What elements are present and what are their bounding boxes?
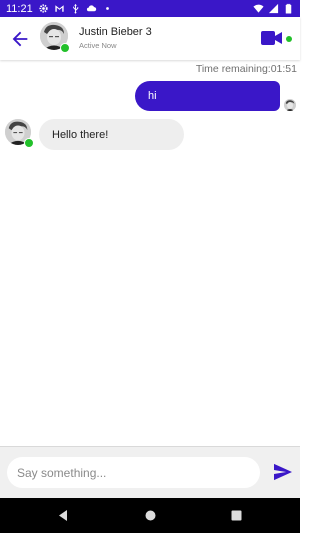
time-remaining: Time remaining:01:51: [195, 63, 297, 75]
square-recents-icon: [231, 510, 242, 521]
signal-icon: [268, 3, 279, 14]
message-input[interactable]: [7, 457, 260, 488]
wifi-icon: [253, 3, 264, 14]
system-nav-bar: [0, 498, 300, 533]
online-status-dot: [60, 43, 70, 53]
battery-icon: [283, 3, 294, 14]
status-bar: 11:21: [0, 0, 300, 17]
receiver-avatar-wrap: [5, 119, 34, 148]
nav-recents-button[interactable]: [230, 509, 243, 522]
sender-avatar: [284, 99, 296, 111]
usb-icon: [70, 3, 81, 14]
status-left: 11:21: [6, 3, 113, 15]
message-bubble-sent[interactable]: hi: [135, 81, 280, 111]
person-photo-icon: [284, 99, 296, 111]
triangle-back-icon: [59, 510, 67, 521]
nav-home-button[interactable]: [144, 509, 157, 522]
video-call-button[interactable]: [261, 31, 282, 45]
gear-icon: [38, 3, 49, 14]
online-status-dot: [24, 138, 34, 148]
dot-icon: [102, 3, 113, 14]
video-camera-icon: [261, 31, 282, 45]
contact-avatar-wrap[interactable]: [40, 22, 70, 53]
send-button[interactable]: [273, 463, 293, 481]
back-button[interactable]: [9, 28, 31, 50]
status-time: 11:21: [6, 2, 33, 15]
contact-name: Justin Bieber 3: [79, 26, 152, 38]
contact-status: Active Now: [79, 41, 117, 50]
cloud-icon: [86, 3, 97, 14]
nav-back-button[interactable]: [57, 509, 70, 522]
message-bubble-received[interactable]: Hello there!: [39, 119, 184, 150]
message-text: hi: [148, 90, 157, 102]
status-right: [253, 3, 294, 14]
gmail-icon: [54, 3, 65, 14]
circle-home-icon: [145, 510, 156, 521]
message-text: Hello there!: [52, 128, 109, 141]
send-icon: [274, 463, 292, 481]
video-status-dot: [286, 36, 292, 42]
chat-header: Justin Bieber 3 Active Now: [0, 17, 300, 60]
arrow-left-icon: [12, 31, 28, 47]
message-composer: [0, 446, 300, 498]
